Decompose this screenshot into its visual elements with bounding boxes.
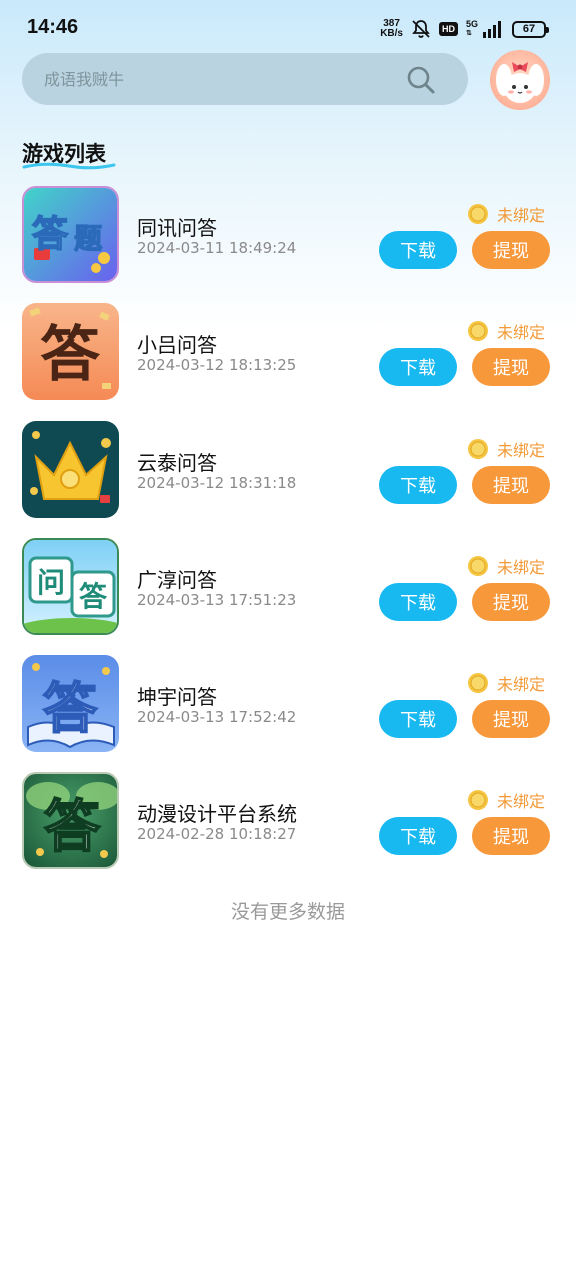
app-icon[interactable]: 答: [22, 655, 119, 753]
list-item[interactable]: 答 小吕问答 2024-03-12 18:13:25 未绑定 下载 提现: [0, 303, 576, 420]
app-icon[interactable]: 答 题: [22, 186, 119, 283]
coin-icon: [467, 321, 488, 342]
list-item[interactable]: 云泰问答 2024-03-12 18:31:18 未绑定 下载 提现: [0, 420, 576, 538]
bind-status: 未绑定: [467, 437, 545, 461]
hd-badge: HD: [438, 22, 458, 36]
status-bar: 14:46 387 KB/s HD 5G ⇅ 67: [0, 0, 576, 56]
bind-status: 未绑定: [467, 788, 545, 812]
icon-text: 答: [79, 580, 108, 613]
download-button[interactable]: 下载: [379, 582, 457, 621]
game-date: 2024-03-13 17:52:42: [137, 708, 297, 727]
app-icon[interactable]: 答: [22, 772, 119, 870]
withdraw-button[interactable]: 提现: [472, 817, 550, 856]
battery-icon: 67: [512, 20, 549, 38]
download-button[interactable]: 下载: [379, 465, 457, 504]
bind-status-label: 未绑定: [496, 206, 545, 225]
icon-text: 问: [37, 566, 65, 599]
app-icon[interactable]: [22, 420, 119, 518]
network-type: 5G ⇅: [466, 20, 478, 38]
bind-status-label: 未绑定: [496, 557, 545, 577]
avatar-image: [496, 62, 544, 103]
game-name: 同讯问答: [137, 216, 217, 240]
coin-icon: [467, 790, 488, 811]
quiz-app-icon: 答: [22, 303, 119, 401]
icon-text: 答: [32, 214, 69, 255]
game-date: 2024-02-28 10:18:27: [137, 825, 297, 844]
quiz-app-icon: 答 题: [24, 188, 117, 281]
game-date: 2024-03-11 18:49:24: [137, 239, 297, 257]
download-button[interactable]: 下载: [379, 231, 457, 269]
book-app-icon: 答: [22, 655, 119, 753]
signal-icon: [483, 21, 501, 38]
download-button[interactable]: 下载: [379, 348, 457, 387]
status-time: 14:46: [27, 16, 79, 38]
status-icons: 387 KB/s HD 5G ⇅ 67: [380, 16, 549, 42]
no-more-data-text: 没有更多数据: [230, 901, 345, 923]
search-bar[interactable]: [22, 53, 468, 105]
game-name: 动漫设计平台系统: [137, 802, 297, 827]
bind-status-label: 未绑定: [496, 323, 545, 343]
coin-icon: [467, 673, 488, 694]
network-speed-unit: KB/s: [380, 28, 403, 39]
bind-status-label: 未绑定: [496, 792, 545, 812]
game-name: 小吕问答: [137, 333, 217, 358]
game-name: 云泰问答: [137, 450, 217, 475]
search-icon[interactable]: [406, 65, 436, 95]
game-list: 答 题 同讯问答 2024-03-11 18:49:24 未绑定 下载 提现 答…: [0, 186, 576, 890]
withdraw-button[interactable]: 提现: [472, 348, 550, 387]
download-button[interactable]: 下载: [379, 700, 457, 739]
list-item[interactable]: 问 答 广淳问答 2024-03-13 17:51:23 未绑定 下载 提现: [0, 537, 576, 655]
bind-status: 未绑定: [467, 554, 545, 578]
list-item[interactable]: 答 坤宇问答 2024-03-13 17:52:42 未绑定 下载 提现: [0, 655, 576, 772]
game-date: 2024-03-12 18:31:18: [137, 473, 297, 492]
bell-off-icon: [412, 20, 430, 38]
withdraw-button[interactable]: 提现: [472, 700, 550, 739]
withdraw-button[interactable]: 提现: [472, 465, 550, 504]
network-speed: 387 KB/s: [380, 19, 403, 39]
withdraw-button[interactable]: 提现: [472, 582, 550, 621]
game-date: 2024-03-12 18:13:25: [137, 356, 297, 375]
list-item[interactable]: 答 动漫设计平台系统 2024-02-28 10:18:27 未绑定 下载 提现: [0, 772, 576, 889]
app-icon[interactable]: 问 答: [22, 537, 119, 635]
network-type-label: 5G: [465, 19, 478, 29]
coin-icon: [467, 555, 488, 576]
leaf-app-icon: 答: [24, 774, 117, 868]
title-underline: [22, 162, 116, 170]
icon-text: 答: [43, 677, 98, 740]
app-icon[interactable]: 答: [22, 303, 119, 401]
quiz-app-icon: 问 答: [24, 539, 117, 633]
icon-text: 答: [40, 320, 101, 390]
crown-app-icon: [22, 420, 119, 518]
icon-text: 题: [74, 222, 102, 255]
avatar[interactable]: [490, 50, 550, 110]
search-input[interactable]: [44, 53, 404, 105]
list-item[interactable]: 答 题 同讯问答 2024-03-11 18:49:24 未绑定 下载 提现: [0, 186, 576, 303]
bind-status: 未绑定: [467, 319, 545, 343]
download-button[interactable]: 下载: [379, 817, 457, 856]
bind-status: 未绑定: [467, 671, 545, 695]
withdraw-button[interactable]: 提现: [472, 231, 550, 269]
bind-status-label: 未绑定: [496, 440, 545, 460]
coin-icon: [467, 204, 488, 224]
game-name: 坤宇问答: [137, 685, 217, 710]
coin-icon: [467, 438, 488, 459]
bind-status-label: 未绑定: [496, 675, 545, 695]
icon-text: 答: [44, 795, 101, 860]
data-arrows: ⇅: [465, 30, 472, 37]
battery-level: 67: [522, 23, 536, 35]
game-date: 2024-03-13 17:51:23: [137, 590, 297, 609]
bind-status: 未绑定: [467, 202, 545, 226]
game-name: 广淳问答: [137, 567, 217, 592]
